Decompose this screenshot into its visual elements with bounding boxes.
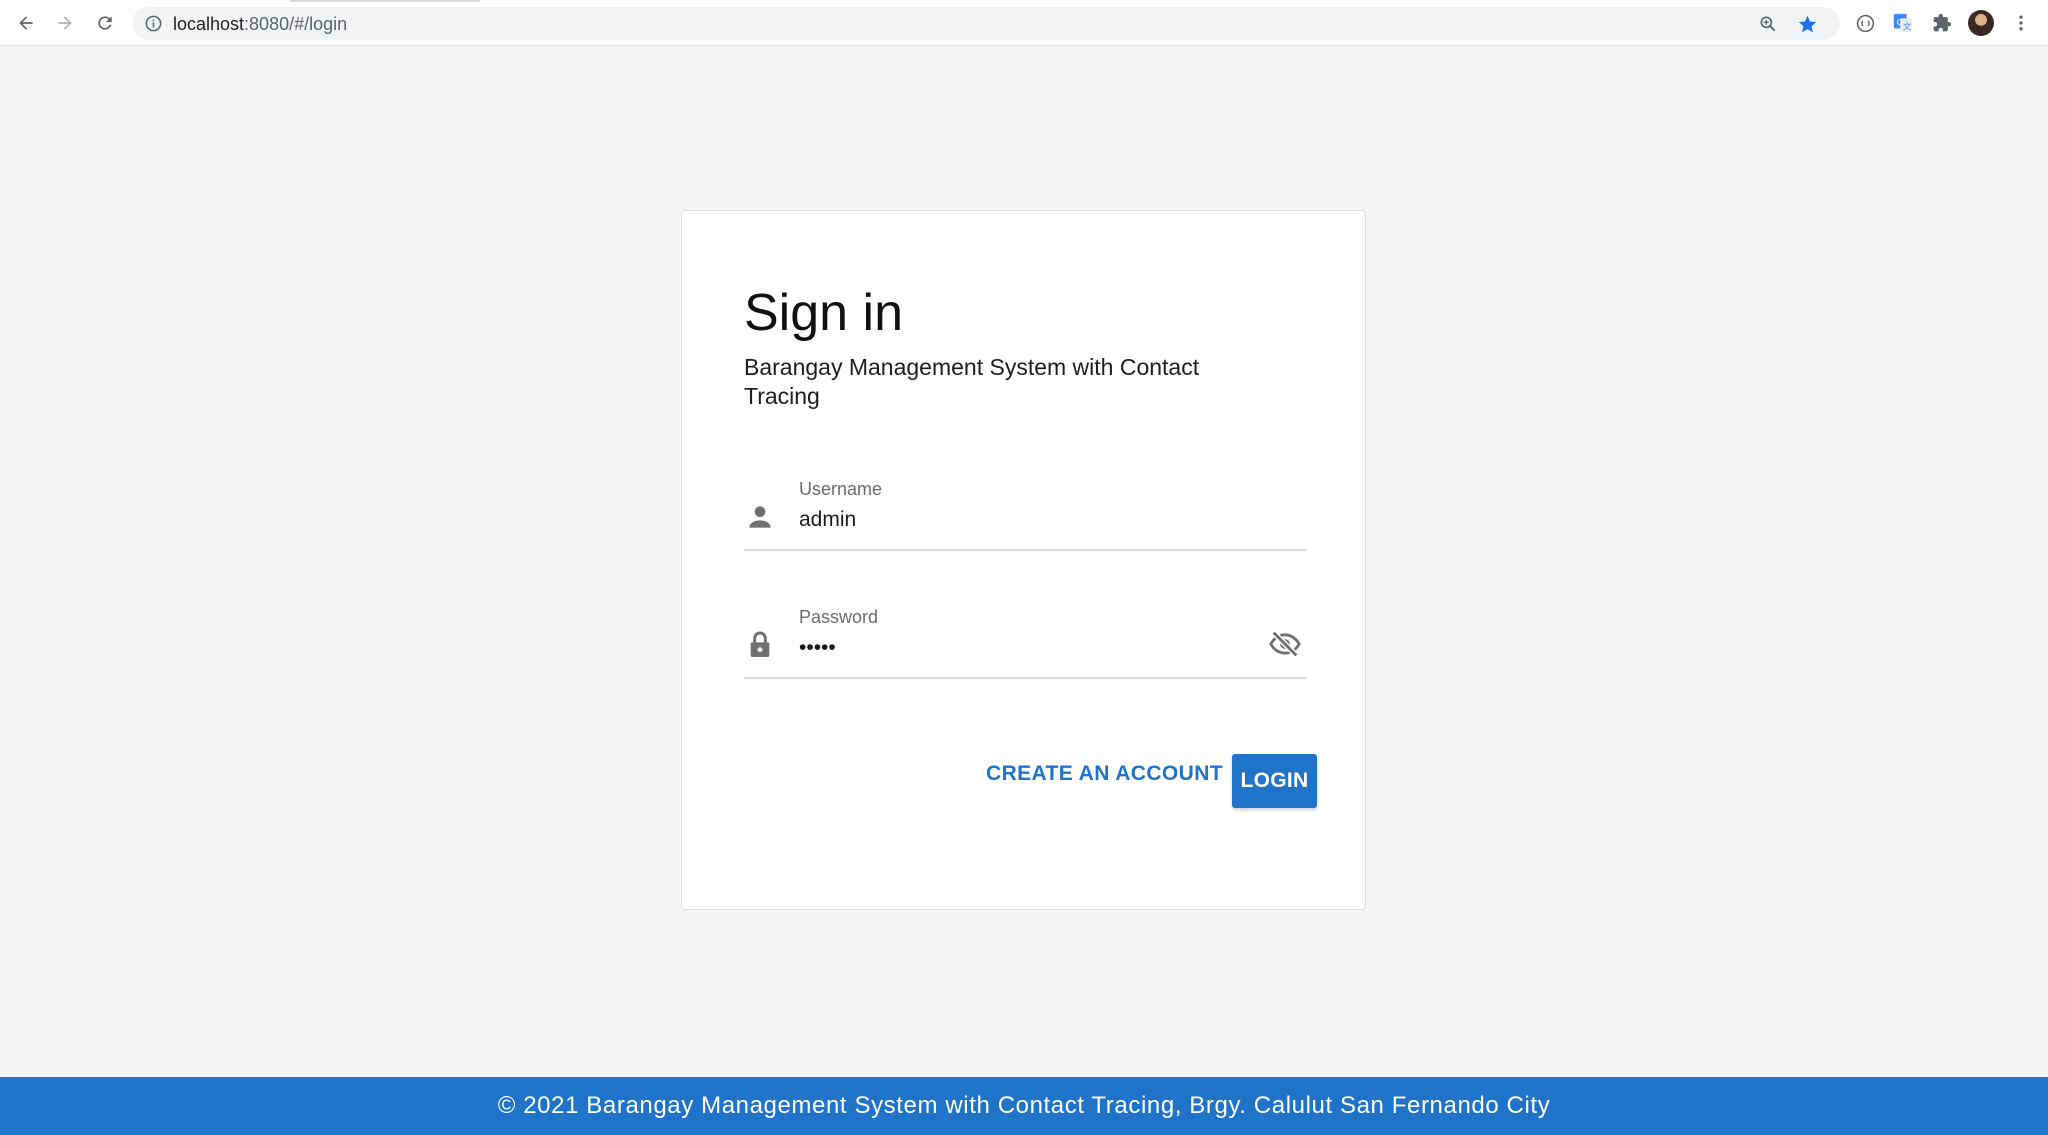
lock-icon: [750, 631, 770, 657]
svg-text:G: G: [1897, 17, 1903, 27]
reload-button[interactable]: [92, 10, 118, 36]
footer-bar: © 2021 Barangay Management System with C…: [0, 1077, 2048, 1135]
username-label: Username: [799, 479, 883, 499]
browser-toolbar: localhost:8080/#/login G 文: [0, 0, 2048, 46]
password-field[interactable]: Password: [744, 607, 1306, 679]
svg-text:文: 文: [1903, 21, 1911, 31]
login-card: Sign in Barangay Management System with …: [681, 210, 1366, 910]
browser-menu-button[interactable]: [2009, 11, 2033, 35]
create-account-button[interactable]: CREATE AN ACCOUNT: [978, 753, 1231, 795]
forward-button[interactable]: [52, 10, 78, 36]
profile-avatar[interactable]: [1968, 10, 1994, 36]
translate-extension-button[interactable]: G 文: [1891, 11, 1915, 35]
more-vert-icon: [2019, 15, 2023, 31]
page-title: Sign in: [744, 284, 903, 342]
eye-off-icon: [1269, 630, 1301, 658]
password-input[interactable]: [799, 633, 1239, 663]
username-input[interactable]: [799, 505, 1239, 535]
puzzle-icon: [1933, 13, 1952, 32]
arrow-left-icon: [19, 16, 33, 30]
password-label: Password: [799, 607, 879, 627]
extensions-menu-button[interactable]: [1930, 11, 1954, 35]
arrow-right-icon: [58, 16, 72, 30]
extension-circle-icon: [1856, 14, 1874, 32]
zoom-button[interactable]: [1757, 13, 1779, 35]
username-field[interactable]: Username: [744, 479, 1306, 551]
url-host: localhost: [173, 14, 245, 34]
login-button[interactable]: LOGIN: [1232, 754, 1317, 808]
footer-copyright: © 2021 Barangay Management System with C…: [497, 1092, 1551, 1119]
page-subtitle: Barangay Management System with Contact …: [744, 354, 1200, 409]
address-bar[interactable]: localhost:8080/#/login: [132, 7, 1840, 40]
star-icon: [1798, 15, 1816, 32]
extension-button[interactable]: [1853, 11, 1877, 35]
reload-icon: [98, 16, 112, 30]
url-path: :8080/#/login: [244, 14, 348, 34]
bookmark-button[interactable]: [1796, 13, 1818, 35]
tab-loading-indicator: [290, 0, 480, 2]
translate-icon: G 文: [1893, 13, 1913, 33]
toggle-password-visibility[interactable]: [1266, 625, 1304, 663]
zoom-icon: [1760, 16, 1776, 32]
info-icon[interactable]: [144, 14, 163, 33]
back-button[interactable]: [13, 10, 39, 36]
person-icon: [749, 506, 771, 528]
url-text[interactable]: localhost:8080/#/login: [173, 14, 347, 34]
